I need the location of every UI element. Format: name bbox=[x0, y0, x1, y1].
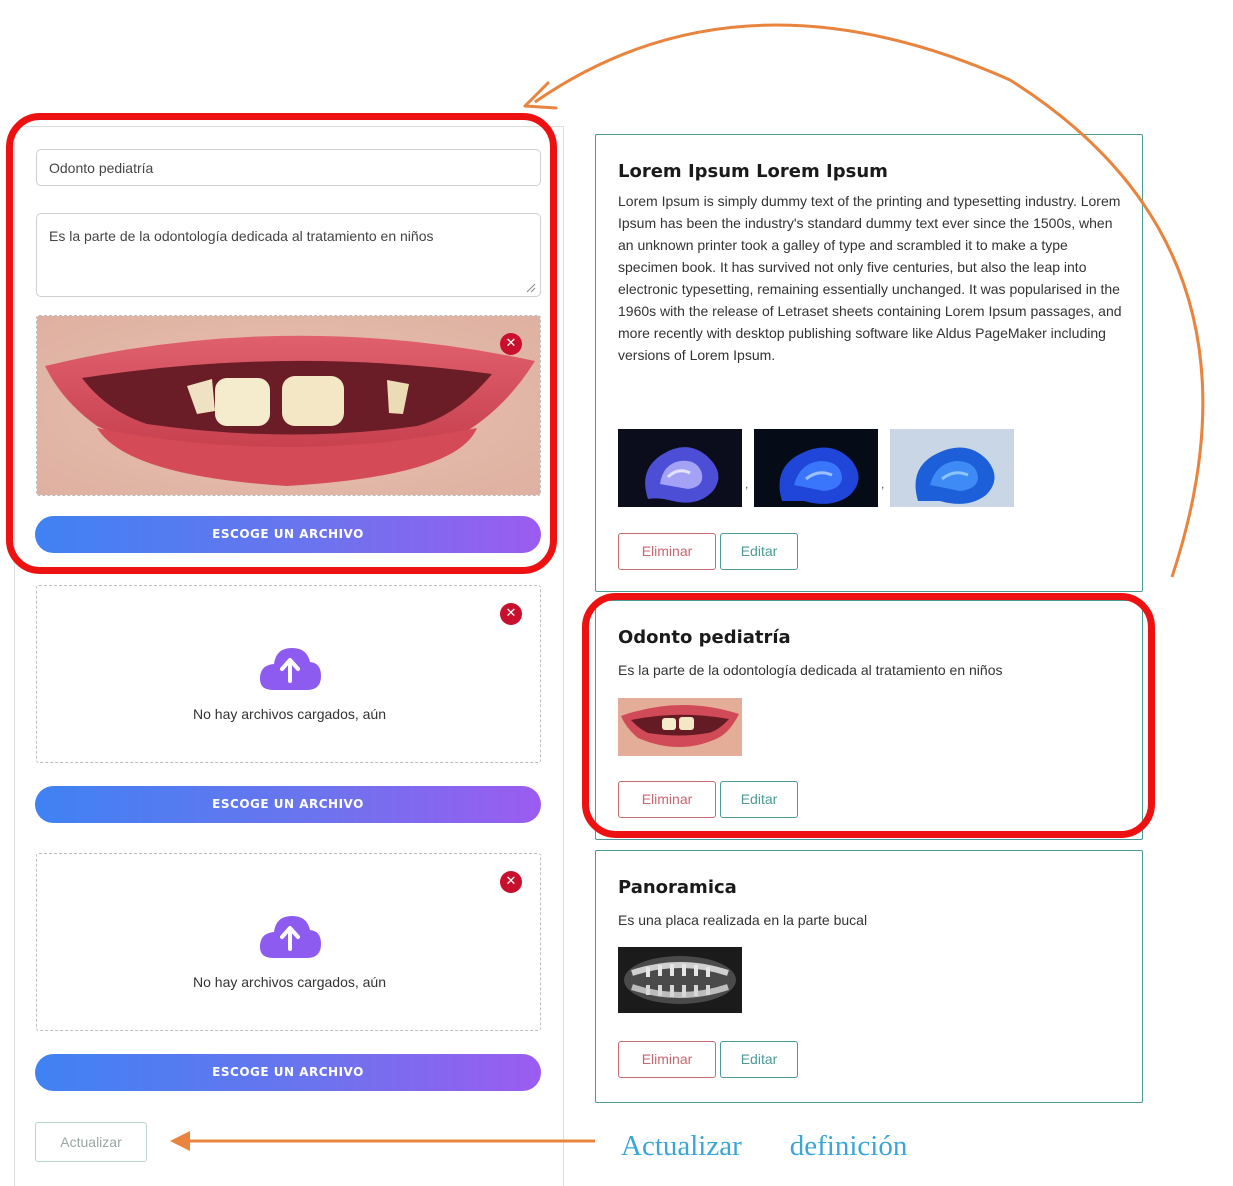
annotation-arrows bbox=[170, 23, 1205, 1151]
straight-arrowhead bbox=[170, 1131, 190, 1151]
annotation-caption-word1: Actualizar bbox=[621, 1130, 742, 1162]
annotation-caption-word2: definición bbox=[789, 1130, 908, 1162]
curved-arrowhead bbox=[523, 81, 558, 110]
curved-arrow bbox=[534, 23, 1205, 578]
annotation-caption: Actualizar definición bbox=[621, 1130, 907, 1163]
